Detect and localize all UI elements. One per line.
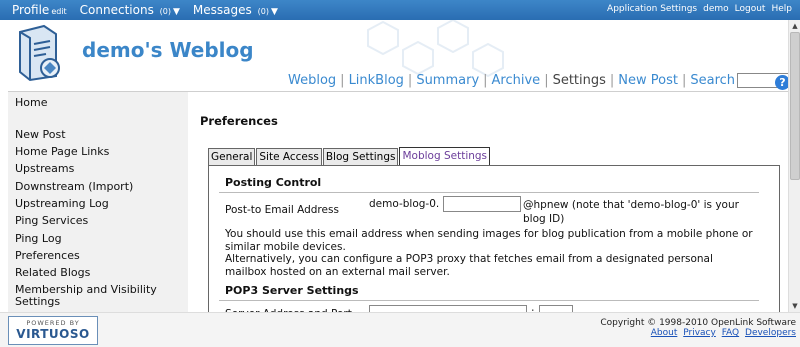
messages-count: (0) (257, 7, 269, 16)
powered-by-text: POWERED BY (26, 319, 80, 327)
weblog-logo-icon (14, 24, 66, 82)
copyright-text: Copyright © 1998-2010 OpenLink Software (600, 318, 796, 328)
sidebar-item-new-post[interactable]: New Post (15, 128, 66, 141)
help-link[interactable]: Help (771, 4, 792, 14)
tab-moblog-settings[interactable]: Moblog Settings (399, 147, 491, 166)
email-address-label: Post-to Email Address (225, 204, 339, 216)
logout-link[interactable]: Logout (735, 4, 766, 14)
nav-search[interactable]: Search (690, 73, 735, 88)
connections-menu[interactable]: Connections (0) ▼ (80, 3, 180, 17)
chevron-down-icon: ▼ (173, 7, 180, 17)
nav-summary[interactable]: Summary (416, 73, 479, 88)
nav-weblog[interactable]: Weblog (288, 73, 336, 88)
sidebar-item-home-page-links[interactable]: Home Page Links (15, 145, 109, 158)
messages-label: Messages (192, 3, 252, 17)
pop3-settings-title: POP3 Server Settings (225, 284, 359, 297)
blog-title[interactable]: demo's Weblog (82, 38, 254, 62)
tab-site-access[interactable]: Site Access (256, 148, 322, 166)
sidebar-item-downstream[interactable]: Downstream (Import) (15, 180, 133, 193)
page-footer: POWERED BY VIRTUOSO Copyright © 1998-201… (0, 312, 800, 347)
copyright-block: Copyright © 1998-2010 OpenLink Software … (600, 318, 796, 338)
profile-menu[interactable]: Profile edit (12, 3, 67, 17)
tab-blog-settings[interactable]: Blog Settings (322, 148, 399, 166)
sidebar-item-upstreaming-log[interactable]: Upstreaming Log (15, 197, 109, 210)
sidebar-item-home[interactable]: Home (15, 96, 47, 109)
scroll-up-icon[interactable]: ▲ (790, 21, 800, 31)
pop3-help-text: Alternatively, you can configure a POP3 … (225, 253, 713, 278)
scroll-down-icon[interactable]: ▼ (790, 301, 800, 311)
profile-edit-link[interactable]: edit (51, 7, 66, 16)
profile-label: Profile (12, 3, 50, 17)
blog-nav: Weblog | LinkBlog | Summary | Archive | … (288, 73, 800, 88)
virtuoso-logo[interactable]: POWERED BY VIRTUOSO (8, 316, 98, 345)
footer-link-privacy[interactable]: Privacy (683, 328, 716, 338)
blog-header: demo's Weblog Weblog | LinkBlog | Summar… (0, 20, 800, 92)
footer-link-about[interactable]: About (651, 328, 678, 338)
section-divider (219, 192, 759, 193)
nav-separator: | (681, 73, 687, 88)
email-help-text: You should use this email address when s… (225, 228, 753, 253)
messages-menu[interactable]: Messages (0) ▼ (193, 3, 278, 17)
sidebar-item-related-blogs[interactable]: Related Blogs (15, 266, 90, 279)
email-prefix: demo-blog-0. (369, 198, 440, 210)
nav-separator: | (544, 73, 549, 88)
email-field[interactable] (443, 196, 521, 212)
user-link[interactable]: demo (703, 4, 729, 14)
sidebar-item-membership-cont[interactable]: Settings (15, 295, 60, 308)
chevron-down-icon: ▼ (270, 7, 278, 17)
nav-settings: Settings (552, 73, 606, 88)
nav-linkblog[interactable]: LinkBlog (349, 73, 404, 88)
scrollbar-thumb[interactable] (790, 32, 800, 180)
footer-link-developers[interactable]: Developers (745, 328, 796, 338)
tab-general[interactable]: General (208, 148, 256, 166)
virtuoso-brand: VIRTUOSO (16, 327, 90, 341)
section-divider (219, 300, 759, 301)
top-bar: Profile edit Connections (0) ▼ Messages (0… (0, 0, 800, 20)
sidebar-item-ping-services[interactable]: Ping Services (15, 214, 88, 227)
nav-separator: | (483, 73, 488, 88)
moblog-settings-panel: Posting Control Post-to Email Address de… (208, 165, 780, 325)
email-suffix: @hpnew (note that 'demo-blog-0' is your … (523, 199, 739, 225)
nav-new-post[interactable]: New Post (618, 73, 678, 88)
page-title: Preferences (200, 114, 278, 128)
nav-separator: | (340, 73, 345, 88)
footer-link-faq[interactable]: FAQ (722, 328, 739, 338)
vertical-scrollbar[interactable]: ▲ ▼ (788, 20, 800, 312)
connections-count: (0) (159, 7, 171, 16)
application-settings-link[interactable]: Application Settings (607, 4, 697, 14)
sidebar-item-upstreams[interactable]: Upstreams (15, 162, 74, 175)
nav-separator: | (609, 73, 615, 88)
nav-separator: | (407, 73, 413, 88)
posting-control-title: Posting Control (225, 176, 322, 189)
connections-label: Connections (79, 3, 154, 17)
settings-sidebar: Home New Post Home Page Links Upstreams … (8, 92, 188, 312)
sidebar-item-preferences[interactable]: Preferences (15, 249, 80, 262)
sidebar-item-ping-log[interactable]: Ping Log (15, 232, 62, 245)
nav-archive[interactable]: Archive (492, 73, 541, 88)
